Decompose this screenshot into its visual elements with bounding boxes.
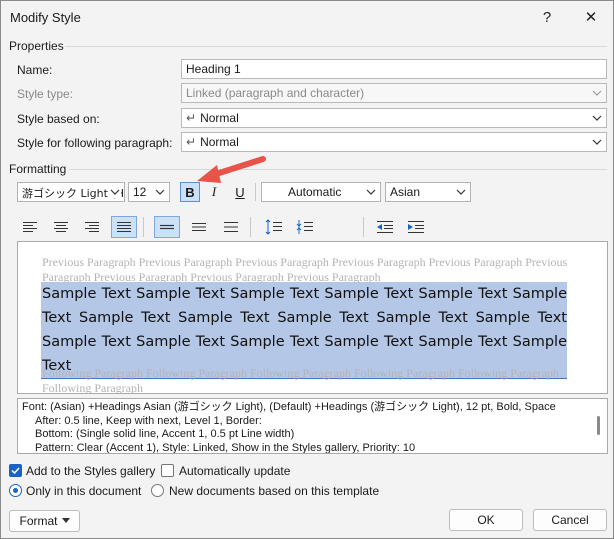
ok-label: OK: [477, 513, 495, 527]
auto-update-checkbox[interactable]: [161, 464, 174, 477]
only-this-document-radio[interactable]: [9, 484, 22, 497]
font-select[interactable]: 游ゴシック Light (H: [17, 182, 125, 202]
double-spacing-button[interactable]: [218, 216, 244, 238]
style-type-label: Style type:: [17, 87, 74, 101]
format-label: Format: [19, 514, 58, 528]
decrease-indent-button[interactable]: [372, 216, 398, 238]
divider: [69, 169, 607, 170]
description-line: Pattern: Clear (Accent 1), Style: Linked…: [35, 441, 416, 454]
justify-icon: [117, 222, 131, 232]
title-bar: Modify Style ? ✕: [1, 1, 613, 33]
add-to-gallery-checkbox[interactable]: [9, 464, 22, 477]
only-this-document-label: Only in this document: [26, 484, 142, 498]
justify-button[interactable]: [111, 216, 137, 238]
chevron-down-icon: [109, 186, 121, 198]
name-value: Heading 1: [186, 62, 241, 76]
caret-down-icon: [61, 518, 70, 523]
name-label: Name:: [17, 63, 53, 77]
font-color-select[interactable]: Automatic: [261, 182, 381, 202]
double-spacing-icon: [224, 222, 238, 232]
dialog-title: Modify Style: [10, 10, 81, 25]
increase-spacing-button[interactable]: [261, 216, 287, 238]
chevron-down-icon: [456, 189, 466, 195]
font-size-select[interactable]: 12: [128, 182, 170, 202]
checkmark-icon: [11, 467, 20, 475]
script-select[interactable]: Asian: [385, 182, 471, 202]
style-preview: Previous Paragraph Previous Paragraph Pr…: [17, 241, 608, 394]
close-icon: ✕: [584, 9, 598, 26]
one-half-spacing-icon: [192, 223, 206, 231]
help-button[interactable]: ?: [531, 5, 563, 29]
decrease-indent-icon: [377, 221, 393, 233]
increase-indent-button[interactable]: [403, 216, 429, 238]
add-to-gallery-label: Add to the Styles gallery: [26, 464, 156, 478]
paragraph-mark-icon: ↵: [186, 135, 197, 149]
preview-previous-paragraph: Previous Paragraph Previous Paragraph Pr…: [42, 255, 568, 284]
help-icon: ?: [542, 8, 552, 26]
align-center-icon: [54, 222, 68, 232]
font-color-value: Automatic: [288, 185, 342, 199]
annotation-arrow-icon: [197, 156, 266, 183]
divider: [250, 217, 251, 237]
font-size-value: 12: [133, 185, 147, 199]
based-on-value: Normal: [200, 111, 239, 125]
align-left-icon: [23, 222, 37, 232]
style-description: Font: (Asian) +Headings Asian (游ゴシック Lig…: [17, 398, 608, 454]
chevron-down-icon: [592, 90, 602, 96]
preview-sample-text: Sample Text Sample Text Sample Text Samp…: [41, 282, 567, 379]
description-line: Bottom: (Single solid line, Accent 1, 0.…: [35, 428, 295, 440]
one-half-spacing-button[interactable]: [186, 216, 212, 238]
paragraph-spacing-decrease-icon: [296, 220, 313, 234]
style-type-value: Linked (paragraph and character): [186, 86, 365, 100]
style-type-select: Linked (paragraph and character): [181, 83, 607, 103]
close-button[interactable]: ✕: [575, 5, 607, 29]
chevron-down-icon: [366, 189, 376, 195]
paragraph-spacing-increase-icon: [265, 219, 282, 235]
align-right-icon: [85, 222, 99, 232]
divider: [65, 46, 607, 47]
modify-style-dialog: Modify Style ? ✕ Properties Name: Headin…: [0, 0, 614, 539]
auto-update-label: Automatically update: [179, 464, 291, 478]
properties-heading: Properties: [9, 39, 64, 53]
based-on-label: Style based on:: [17, 112, 100, 126]
based-on-select[interactable]: ↵ Normal: [181, 108, 607, 128]
paragraph-mark-icon: ↵: [186, 111, 197, 125]
script-value: Asian: [390, 185, 421, 199]
align-center-button[interactable]: [48, 216, 74, 238]
single-spacing-icon: [160, 224, 174, 230]
new-documents-radio[interactable]: [151, 484, 164, 497]
following-label: Style for following paragraph:: [17, 136, 173, 150]
following-value: Normal: [200, 135, 239, 149]
ok-button[interactable]: OK: [449, 509, 523, 531]
preview-following-paragraph: Following Paragraph Following Paragraph …: [42, 366, 559, 394]
single-spacing-button[interactable]: [154, 216, 180, 238]
following-select[interactable]: ↵ Normal: [181, 132, 607, 152]
chevron-down-icon: [592, 139, 602, 145]
divider: [143, 217, 144, 237]
cancel-label: Cancel: [551, 513, 589, 527]
decrease-spacing-button[interactable]: [292, 216, 318, 238]
align-right-button[interactable]: [79, 216, 105, 238]
description-line: Font: (Asian) +Headings Asian (游ゴシック Lig…: [22, 401, 556, 413]
description-line: After: 0.5 line, Keep with next, Level 1…: [35, 414, 262, 427]
name-input[interactable]: Heading 1: [181, 59, 607, 79]
chevron-down-icon: [592, 115, 602, 121]
align-left-button[interactable]: [17, 216, 43, 238]
divider: [363, 217, 364, 237]
format-button[interactable]: Format: [9, 510, 80, 532]
increase-indent-icon: [408, 221, 424, 233]
formatting-heading: Formatting: [9, 162, 67, 176]
chevron-down-icon: [155, 189, 165, 195]
new-documents-label: New documents based on this template: [169, 484, 380, 498]
cancel-button[interactable]: Cancel: [533, 509, 607, 531]
description-scrollbar[interactable]: [597, 416, 600, 435]
